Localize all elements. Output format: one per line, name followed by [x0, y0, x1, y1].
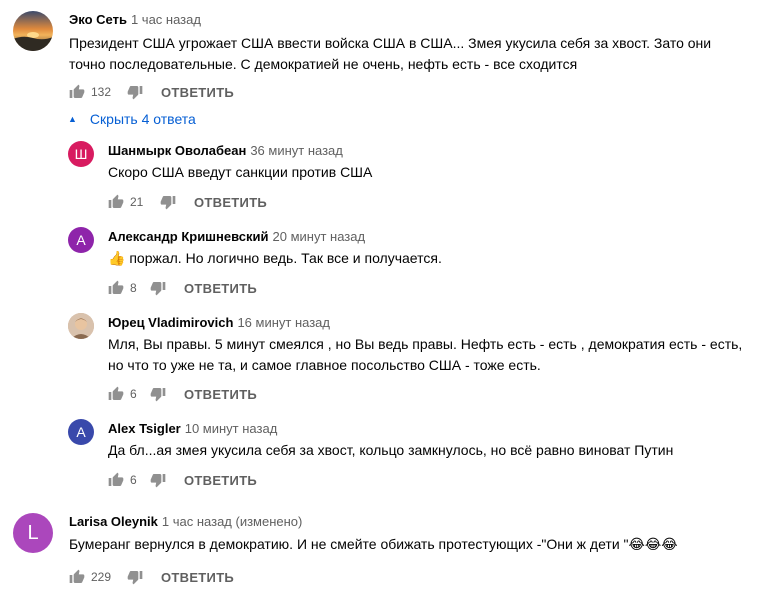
- like-count: 6: [130, 387, 137, 401]
- like-count: 6: [130, 473, 137, 487]
- avatar-letter: Ш: [74, 146, 88, 162]
- reply-button[interactable]: ОТВЕТИТЬ: [161, 570, 234, 585]
- reply-actions: 6 ОТВЕТИТЬ: [108, 468, 257, 492]
- reply-actions: 6 ОТВЕТИТЬ: [108, 382, 257, 406]
- comment-actions: 229 ОТВЕТИТЬ: [69, 565, 234, 589]
- thumb-down-icon[interactable]: [150, 280, 166, 296]
- comment-thread: L Larisa Oleynik 1 час назад (изменено) Б…: [0, 505, 780, 585]
- reply-actions: 21 ОТВЕТИТЬ: [108, 190, 267, 214]
- thumb-down-icon[interactable]: [160, 194, 176, 210]
- reply-text: Скоро США введут санкции против США: [108, 164, 373, 180]
- thumb-up-icon[interactable]: [108, 280, 124, 296]
- reply-text-line: Мля, Вы правы. 5 минут смеялся , но Вы в…: [108, 336, 743, 352]
- like-count: 8: [130, 281, 137, 295]
- like-count: 132: [91, 85, 112, 99]
- avatar-letter: А: [76, 232, 86, 248]
- reply: Юрец Vladimirovich 16 минут назад Мля, Вы…: [0, 310, 780, 410]
- avatar[interactable]: A: [68, 419, 94, 445]
- thumb-up-icon[interactable]: [108, 386, 124, 402]
- comment-time[interactable]: 1 час назад (изменено): [162, 514, 302, 529]
- reply-author[interactable]: Александр Кришневский: [108, 229, 269, 244]
- avatar[interactable]: Ш: [68, 141, 94, 167]
- thumbs-up-emoji-icon: 👍: [108, 250, 126, 266]
- reply-actions: 8 ОТВЕТИТЬ: [108, 276, 257, 300]
- reply-text-content: поржал. Но логично ведь. Так все и получ…: [129, 250, 442, 266]
- reply: А Александр Кришневский 20 минут назад 👍 …: [0, 224, 780, 304]
- like-count: 21: [130, 195, 144, 209]
- reply-author[interactable]: Юрец Vladimirovich: [108, 315, 233, 330]
- hide-replies-button[interactable]: ▲ Скрыть 4 ответа: [68, 111, 196, 127]
- hide-replies-label: Скрыть 4 ответа: [89, 111, 196, 127]
- comment-text: Президент США угрожает США ввести войска…: [69, 33, 749, 75]
- avatar-letter: L: [27, 521, 39, 544]
- reply-button[interactable]: ОТВЕТИТЬ: [194, 195, 267, 210]
- comment-text: Бумеранг вернулся в демократию. И не сме…: [69, 534, 749, 555]
- reply-text: Мля, Вы правы. 5 минут смеялся , но Вы в…: [108, 334, 768, 376]
- comment-thread: Эко Сеть 1 час назад Президент США угрожа…: [0, 0, 780, 110]
- reply-time[interactable]: 20 минут назад: [273, 229, 366, 244]
- thumb-up-icon[interactable]: [69, 84, 85, 100]
- thumb-down-icon[interactable]: [127, 84, 143, 100]
- reply-button[interactable]: ОТВЕТИТЬ: [184, 473, 257, 488]
- reply-button[interactable]: ОТВЕТИТЬ: [184, 387, 257, 402]
- like-count: 229: [91, 570, 112, 584]
- thumb-up-icon[interactable]: [108, 194, 124, 210]
- comment-author[interactable]: Эко Сеть: [69, 12, 127, 27]
- comment-text-line: точно последовательные. С демократией не…: [69, 56, 578, 72]
- avatar-letter: A: [76, 424, 86, 440]
- thumb-down-icon[interactable]: [150, 472, 166, 488]
- comment-time[interactable]: 1 час назад: [131, 12, 201, 27]
- thumb-up-icon[interactable]: [69, 569, 85, 585]
- thumb-up-icon[interactable]: [108, 472, 124, 488]
- reply: Ш Шанмырк Оволабеан 36 минут назад Скоро …: [0, 138, 780, 218]
- reply-time[interactable]: 10 минут назад: [185, 421, 278, 436]
- reply-button[interactable]: ОТВЕТИТЬ: [184, 281, 257, 296]
- avatar[interactable]: А: [68, 227, 94, 253]
- reply-text: 👍 поржал. Но логично ведь. Так все и пол…: [108, 248, 780, 269]
- reply-text-line: но что то уже не та, и самое главное пос…: [108, 357, 541, 373]
- avatar[interactable]: [68, 313, 94, 339]
- avatar[interactable]: L: [13, 513, 53, 553]
- comment-text-line: Президент США угрожает США ввести войска…: [69, 35, 712, 51]
- thumb-down-icon[interactable]: [150, 386, 166, 402]
- reply: A Alex Tsigler 10 минут назад Да бл...ая …: [0, 416, 780, 496]
- reply-time[interactable]: 16 минут назад: [237, 315, 330, 330]
- avatar[interactable]: [13, 11, 53, 51]
- reply-author[interactable]: Шанмырк Оволабеан: [108, 143, 246, 158]
- person-photo-icon: [68, 313, 94, 339]
- comment-author[interactable]: Larisa Oleynik: [69, 514, 158, 529]
- reply-time[interactable]: 36 минут назад: [250, 143, 343, 158]
- thumb-down-icon[interactable]: [127, 569, 143, 585]
- caret-up-icon: ▲: [68, 114, 77, 124]
- sunset-photo-icon: [13, 11, 53, 51]
- reply-button[interactable]: ОТВЕТИТЬ: [161, 85, 234, 100]
- comment-actions: 132 ОТВЕТИТЬ: [69, 80, 234, 104]
- comment-text-content: Бумеранг вернулся в демократию. И не сме…: [69, 536, 629, 552]
- reply-author[interactable]: Alex Tsigler: [108, 421, 181, 436]
- laughing-emoji-icon: 😂😂😂: [628, 536, 678, 552]
- reply-text: Да бл...ая змея укусила себя за хвост, к…: [108, 442, 674, 458]
